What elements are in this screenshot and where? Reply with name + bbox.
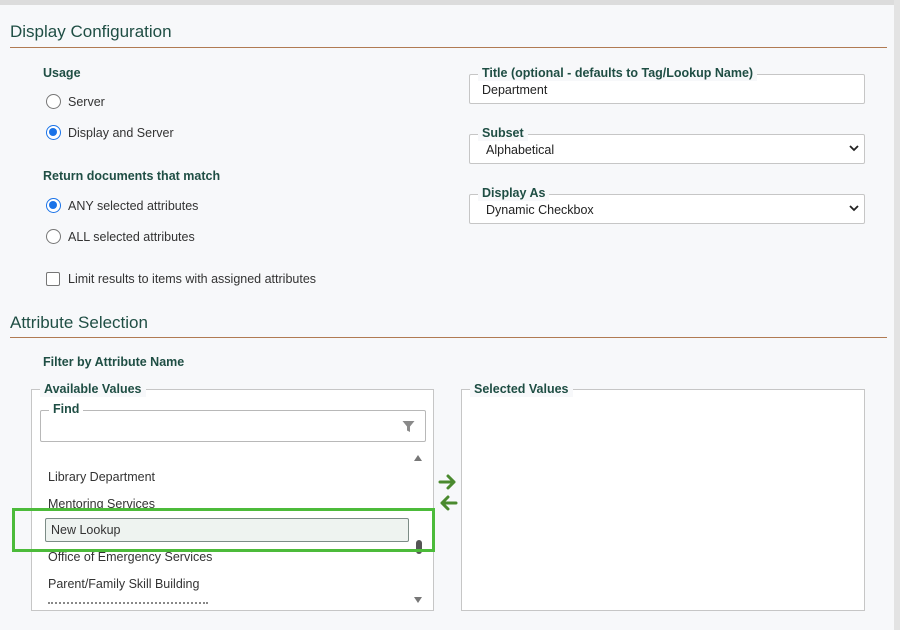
limit-results-checkbox[interactable]: Limit results to items with assigned att… bbox=[46, 272, 316, 286]
list-item[interactable]: Office of Emergency Services bbox=[48, 550, 212, 564]
list-item-selected[interactable]: New Lookup bbox=[45, 518, 409, 542]
display-as-legend: Display As bbox=[478, 185, 550, 201]
available-values-panel: Available Values Find Library Department… bbox=[31, 381, 434, 611]
match-any-radio[interactable]: ANY selected attributes bbox=[46, 198, 198, 213]
list-item[interactable]: Mentoring Services bbox=[48, 497, 155, 511]
match-all-radio[interactable]: ALL selected attributes bbox=[46, 229, 195, 244]
arrow-right-icon[interactable] bbox=[438, 473, 458, 491]
filter-label: Filter by Attribute Name bbox=[43, 355, 185, 369]
list-item[interactable]: Library Department bbox=[48, 470, 155, 484]
radio-label: ANY selected attributes bbox=[68, 198, 199, 213]
subset-select[interactable]: Subset Alphabetical bbox=[469, 125, 865, 164]
available-values-legend: Available Values bbox=[40, 381, 146, 397]
scroll-down-icon[interactable] bbox=[413, 596, 423, 604]
usage-server-radio[interactable]: Server bbox=[46, 94, 105, 109]
filter-icon[interactable] bbox=[402, 420, 415, 433]
title-field-legend: Title (optional - defaults to Tag/Lookup… bbox=[478, 65, 758, 81]
section-divider bbox=[10, 337, 887, 338]
selected-values-panel[interactable]: Selected Values bbox=[461, 381, 865, 611]
attribute-selection-heading: Attribute Selection bbox=[10, 313, 148, 332]
section-divider bbox=[10, 47, 887, 48]
list-scrollbar[interactable] bbox=[412, 452, 424, 608]
arrow-left-icon[interactable] bbox=[438, 494, 458, 512]
list-item-partial[interactable] bbox=[48, 602, 218, 608]
usage-display-and-server-radio[interactable]: Display and Server bbox=[46, 125, 174, 140]
display-configuration-heading: Display Configuration bbox=[10, 22, 172, 41]
list-item[interactable]: Parent/Family Skill Building bbox=[48, 577, 199, 591]
available-values-list[interactable]: Library Department Mentoring Services Ne… bbox=[32, 450, 418, 608]
display-as-value: Dynamic Checkbox bbox=[486, 203, 594, 217]
radio-icon[interactable] bbox=[46, 229, 61, 244]
find-input[interactable]: Find bbox=[40, 401, 426, 442]
subset-legend: Subset bbox=[478, 125, 528, 141]
radio-checked-icon[interactable] bbox=[46, 198, 61, 213]
scroll-up-icon[interactable] bbox=[413, 454, 423, 462]
window-scrollbar[interactable] bbox=[894, 0, 900, 630]
usage-label: Usage bbox=[43, 66, 81, 80]
radio-label: ALL selected attributes bbox=[68, 229, 195, 244]
checkbox-label: Limit results to items with assigned att… bbox=[68, 272, 317, 286]
radio-checked-icon[interactable] bbox=[46, 125, 61, 140]
chevron-down-icon[interactable] bbox=[848, 202, 860, 214]
checkbox-icon[interactable] bbox=[46, 272, 60, 286]
radio-label: Server bbox=[68, 94, 105, 109]
return-match-label: Return documents that match bbox=[43, 169, 221, 183]
chevron-down-icon[interactable] bbox=[848, 142, 860, 154]
subset-value: Alphabetical bbox=[486, 143, 555, 157]
title-field-value[interactable]: Department bbox=[482, 83, 547, 97]
radio-label: Display and Server bbox=[68, 125, 174, 140]
display-as-select[interactable]: Display As Dynamic Checkbox bbox=[469, 185, 865, 224]
top-border bbox=[0, 0, 900, 5]
selected-values-legend: Selected Values bbox=[470, 381, 573, 397]
find-legend: Find bbox=[49, 401, 84, 417]
list-item-partial[interactable] bbox=[48, 450, 208, 452]
scroll-thumb[interactable] bbox=[416, 540, 422, 554]
title-field[interactable]: Title (optional - defaults to Tag/Lookup… bbox=[469, 65, 865, 104]
radio-icon[interactable] bbox=[46, 94, 61, 109]
